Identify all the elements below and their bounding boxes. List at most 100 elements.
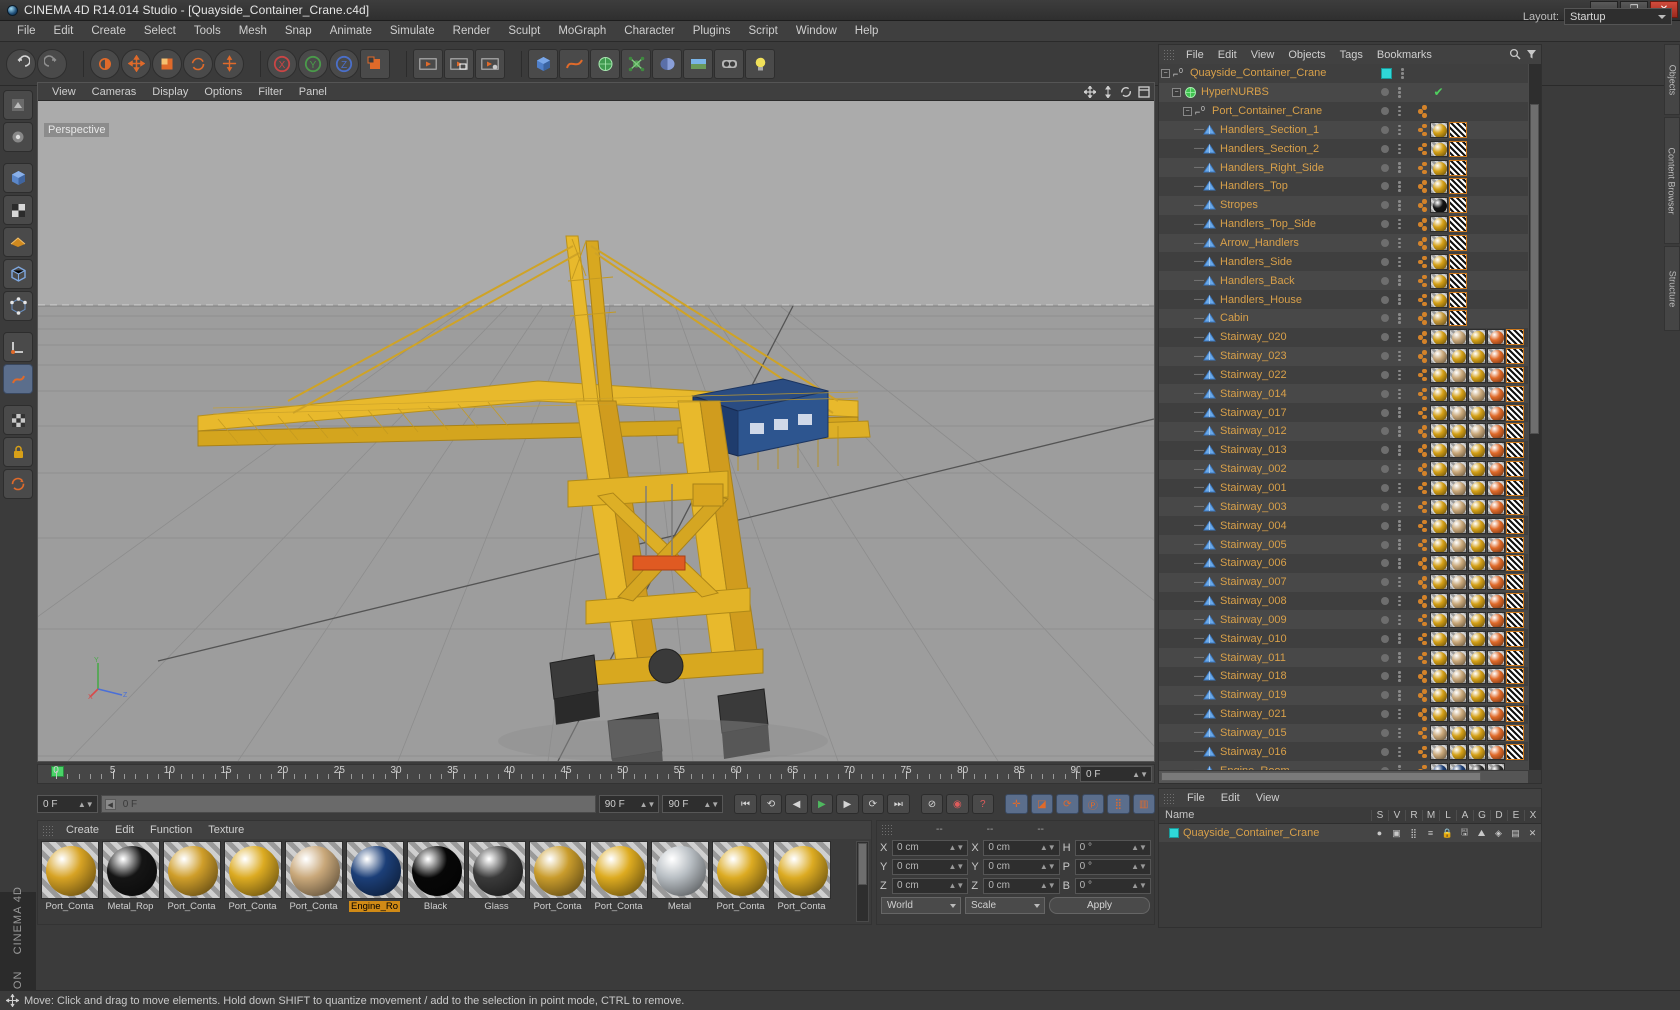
object-name[interactable]: Stairway_006 — [1220, 557, 1287, 569]
object-name[interactable]: Stairway_003 — [1220, 501, 1287, 513]
object-name[interactable]: Stairway_021 — [1220, 708, 1287, 720]
editor-visibility-dot[interactable] — [1381, 465, 1389, 474]
time-slider[interactable]: ◀ 0 F — [100, 795, 596, 813]
object-row[interactable]: — Stairway_020 — [1159, 327, 1528, 347]
structure-cell-save[interactable]: 🖫 — [1456, 825, 1473, 841]
structure-column-r[interactable]: R — [1405, 809, 1422, 821]
go-to-previous-key-button[interactable]: ⟲ — [759, 794, 783, 814]
object-menu-file[interactable]: File — [1179, 48, 1211, 62]
material-cell[interactable]: Glass — [467, 841, 526, 922]
object-name[interactable]: Stairway_015 — [1220, 727, 1287, 739]
material-tag-icon[interactable] — [1430, 517, 1448, 534]
material-tag-icon[interactable] — [1468, 593, 1486, 610]
viewport-solo-button[interactable] — [3, 405, 33, 435]
structure-column-s[interactable]: S — [1371, 809, 1388, 821]
material-tag-icon[interactable] — [1449, 348, 1467, 365]
editor-visibility-dot[interactable] — [1381, 239, 1389, 248]
editor-visibility-dot[interactable] — [1381, 559, 1389, 568]
material-tag-icon[interactable] — [1487, 555, 1505, 572]
menu-animate[interactable]: Animate — [321, 23, 381, 39]
object-row[interactable]: — Handlers_Right_Side — [1159, 158, 1528, 178]
texture-tag-icon[interactable] — [1506, 687, 1524, 704]
material-tag-icon[interactable] — [1430, 762, 1448, 770]
texture-tag-icon[interactable] — [1506, 706, 1524, 723]
material-tag-icon[interactable] — [1468, 574, 1486, 591]
material-tag-icon[interactable] — [1449, 498, 1467, 515]
material-tag-icon[interactable] — [1430, 216, 1448, 233]
structure-cell-anim[interactable]: ⛰ — [1473, 828, 1490, 839]
viewport-menu-filter[interactable]: Filter — [250, 85, 290, 99]
maximize-view-icon[interactable] — [1137, 85, 1150, 98]
material-cell[interactable]: Engine_Ro — [345, 841, 404, 922]
menu-window[interactable]: Window — [787, 23, 846, 39]
render-region-button[interactable] — [444, 48, 474, 79]
object-name[interactable]: Stairway_011 — [1220, 652, 1286, 664]
material-tag-icon[interactable] — [1487, 385, 1505, 402]
object-row[interactable]: — Stairway_002 — [1159, 459, 1528, 479]
keyframe-selection-button[interactable]: ? — [971, 794, 995, 814]
material-cell[interactable]: Port_Conta — [528, 841, 587, 922]
editor-visibility-dot[interactable] — [1381, 314, 1389, 323]
render-visibility-dots[interactable] — [1401, 68, 1404, 79]
parameter-key-button[interactable]: Ⓟ — [1081, 794, 1105, 814]
object-row[interactable]: − ⌐ 0 Quayside_Container_Crane — [1159, 64, 1528, 83]
render-visibility-dots[interactable] — [1398, 426, 1401, 437]
structure-column-name[interactable]: Name — [1159, 809, 1371, 821]
z-axis-lock[interactable]: Z — [329, 48, 359, 79]
step-forward-button[interactable]: ▶ — [836, 794, 859, 814]
structure-cell-lock[interactable]: 🔒 — [1439, 828, 1456, 839]
material-tag-icon[interactable] — [1430, 310, 1448, 327]
editor-visibility-dot[interactable] — [1381, 276, 1389, 285]
material-swatch[interactable] — [589, 841, 648, 899]
render-visibility-dots[interactable] — [1398, 482, 1401, 494]
material-tag-icon[interactable] — [1430, 235, 1448, 252]
texture-tag-icon[interactable] — [1506, 536, 1524, 553]
material-tag-icon[interactable] — [1449, 611, 1467, 628]
object-row[interactable]: — Stairway_005 — [1159, 535, 1528, 554]
structure-cell-dynamic[interactable]: ◈ — [1490, 828, 1507, 839]
coord-input-position[interactable]: 0 cm ▲▼ — [892, 839, 969, 856]
object-row[interactable]: — Stairway_017 — [1159, 403, 1528, 423]
object-name[interactable]: Stairway_010 — [1220, 633, 1287, 645]
texture-tag-icon[interactable] — [1506, 329, 1524, 346]
render-visibility-dots[interactable] — [1398, 388, 1401, 400]
material-tag-icon[interactable] — [1468, 687, 1486, 704]
material-tag-icon[interactable] — [1430, 536, 1448, 553]
object-row[interactable]: — Cabin — [1159, 308, 1528, 328]
object-row[interactable]: — Stairway_008 — [1159, 591, 1528, 611]
dock-tab-content-browser[interactable]: Content Browser — [1664, 117, 1680, 244]
object-menu-edit[interactable]: Edit — [1211, 48, 1244, 62]
structure-column-a[interactable]: A — [1456, 809, 1473, 821]
editor-visibility-dot[interactable] — [1381, 446, 1389, 455]
object-name[interactable]: Stairway_019 — [1220, 689, 1287, 701]
material-swatch[interactable] — [223, 841, 282, 899]
material-tag-icon[interactable] — [1430, 423, 1448, 440]
play-button[interactable]: ▶ — [810, 794, 834, 814]
editor-visibility-dot[interactable] — [1381, 728, 1389, 737]
object-name[interactable]: Arrow_Handlers — [1220, 237, 1299, 249]
structure-cell-visibility[interactable]: ● — [1371, 828, 1388, 838]
texture-tag-icon[interactable] — [1506, 593, 1524, 610]
panel-grip-icon[interactable] — [1163, 49, 1174, 60]
material-tag-icon[interactable] — [1468, 630, 1486, 647]
texture-tag-icon[interactable] — [1506, 743, 1524, 760]
object-name[interactable]: Stairway_002 — [1220, 463, 1287, 475]
object-name[interactable]: Handlers_Side — [1220, 256, 1292, 268]
object-name[interactable]: Stairway_001 — [1220, 482, 1287, 494]
structure-column-e[interactable]: E — [1507, 809, 1524, 821]
coordinate-mode-select[interactable]: Scale — [965, 897, 1045, 914]
material-tag-icon[interactable] — [1468, 366, 1486, 383]
object-name[interactable]: Stairway_008 — [1220, 595, 1287, 607]
material-tag-icon[interactable] — [1487, 442, 1505, 459]
render-visibility-dots[interactable] — [1398, 633, 1401, 644]
material-tag-icon[interactable] — [1430, 498, 1448, 515]
object-name[interactable]: Stairway_012 — [1220, 425, 1287, 437]
menu-plugins[interactable]: Plugins — [684, 23, 740, 39]
object-name[interactable]: Port_Container_Crane — [1212, 105, 1322, 117]
render-visibility-dots[interactable] — [1398, 501, 1401, 513]
move-plus-tool[interactable] — [214, 48, 244, 79]
object-name[interactable]: Handlers_Top_Side — [1220, 218, 1316, 230]
add-deformer-button[interactable] — [652, 48, 682, 79]
world-coordinate-toggle[interactable] — [360, 48, 390, 79]
polygon-mode-button[interactable] — [3, 227, 33, 257]
